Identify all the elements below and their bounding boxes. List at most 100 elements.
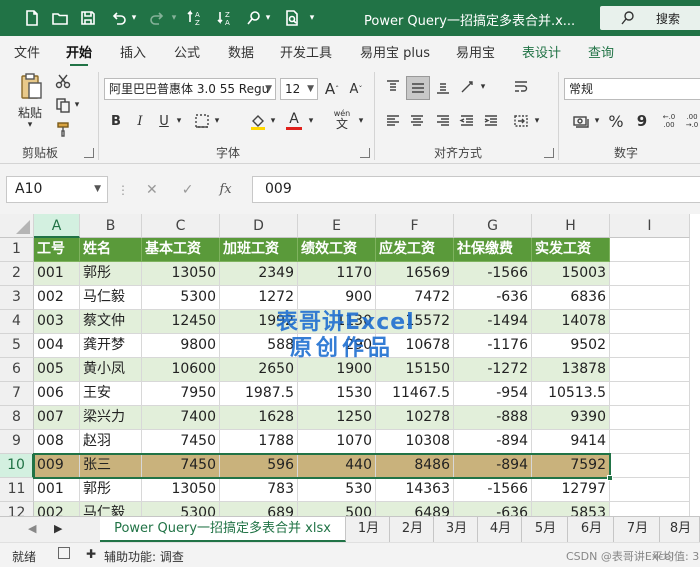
sheet-tab[interactable]: 7月	[616, 517, 660, 542]
name-box[interactable]: A10 ▼	[6, 176, 108, 203]
table-cell[interactable]: 15572	[376, 310, 454, 334]
phonetic-guide-icon[interactable]: wén 文	[330, 108, 354, 132]
table-cell[interactable]: 1628	[220, 406, 298, 430]
table-cell[interactable]	[610, 286, 690, 310]
scroll-tabs-right-icon[interactable]: ▶	[54, 522, 62, 535]
table-cell[interactable]: 1272	[220, 286, 298, 310]
copy-icon[interactable]	[54, 96, 72, 114]
print-preview-icon[interactable]	[280, 6, 304, 30]
table-cell[interactable]: 006	[34, 382, 80, 406]
table-cell[interactable]: 张三	[80, 454, 142, 478]
table-cell[interactable]: 赵羽	[80, 430, 142, 454]
undo-icon[interactable]	[106, 6, 130, 30]
column-header-a[interactable]: A	[34, 214, 80, 238]
format-painter-icon[interactable]	[54, 120, 72, 138]
customize-toolbar-icon[interactable]: ▾	[306, 6, 318, 30]
table-cell[interactable]: 1130	[298, 310, 376, 334]
find-dropdown-icon[interactable]: ▾	[262, 6, 274, 30]
sheet-tab[interactable]: 5月	[524, 517, 568, 542]
column-header-f[interactable]: F	[376, 214, 454, 238]
table-cell[interactable]: 6489	[376, 502, 454, 516]
increase-decimal-icon[interactable]: ←.0.00	[658, 110, 680, 132]
tab-formulas[interactable]: 公式	[174, 42, 200, 61]
search-box[interactable]: 搜索	[600, 6, 700, 30]
increase-font-icon[interactable]: Aˆ	[322, 78, 342, 100]
table-cell[interactable]: 7450	[142, 430, 220, 454]
italic-button[interactable]: I	[132, 110, 148, 132]
table-cell[interactable]	[610, 382, 690, 406]
column-header-h[interactable]: H	[532, 214, 610, 238]
table-cell[interactable]: 5853	[532, 502, 610, 516]
table-cell[interactable]: 10678	[376, 334, 454, 358]
table-cell[interactable]: 7400	[142, 406, 220, 430]
table-cell[interactable]: 9414	[532, 430, 610, 454]
table-cell[interactable]: 900	[298, 286, 376, 310]
table-cell[interactable]: 10278	[376, 406, 454, 430]
table-cell[interactable]: 530	[298, 478, 376, 502]
table-cell[interactable]	[610, 262, 690, 286]
column-header-c[interactable]: C	[142, 214, 220, 238]
table-cell[interactable]: 马仁毅	[80, 502, 142, 516]
table-header-cell[interactable]: 基本工资	[142, 238, 220, 262]
table-cell[interactable]: -1494	[454, 310, 532, 334]
table-header-cell[interactable]: 姓名	[80, 238, 142, 262]
bold-button[interactable]: B	[108, 110, 124, 132]
row-header-8[interactable]: 8	[0, 406, 34, 430]
table-cell[interactable]: -1176	[454, 334, 532, 358]
table-header-cell[interactable]: 加班工资	[220, 238, 298, 262]
decrease-font-icon[interactable]: Aˇ	[346, 78, 366, 100]
accessibility-icon[interactable]: ✚	[86, 547, 96, 561]
table-cell[interactable]: -888	[454, 406, 532, 430]
font-name-select[interactable]: 阿里巴巴普惠体 3.0 55 Regu ▼	[104, 78, 276, 100]
table-cell[interactable]: 13050	[142, 478, 220, 502]
table-header-cell[interactable]	[610, 238, 690, 262]
column-header-d[interactable]: D	[220, 214, 298, 238]
align-top-icon[interactable]	[382, 76, 404, 98]
table-cell[interactable]	[610, 430, 690, 454]
sort-az-icon[interactable]: AZ	[184, 6, 208, 30]
table-cell[interactable]: 8486	[376, 454, 454, 478]
column-header-b[interactable]: B	[80, 214, 142, 238]
row-header-2[interactable]: 2	[0, 262, 34, 286]
table-cell[interactable]: 梁兴力	[80, 406, 142, 430]
sheet-tab[interactable]: 4月	[480, 517, 522, 542]
table-cell[interactable]	[610, 310, 690, 334]
row-header-7[interactable]: 7	[0, 382, 34, 406]
table-header-cell[interactable]: 应发工资	[376, 238, 454, 262]
table-cell[interactable]: 王安	[80, 382, 142, 406]
table-cell[interactable]: 004	[34, 334, 80, 358]
font-color-dropdown-icon[interactable]: ▾	[306, 114, 316, 128]
row-header-3[interactable]: 3	[0, 286, 34, 310]
number-format-select[interactable]: 常规	[564, 78, 700, 100]
table-cell[interactable]: 11467.5	[376, 382, 454, 406]
table-cell[interactable]: 14078	[532, 310, 610, 334]
align-left-icon[interactable]	[382, 110, 404, 132]
font-size-select[interactable]: 12 ▼	[280, 78, 318, 100]
insert-function-button[interactable]: fx	[219, 182, 231, 197]
table-cell[interactable]: 9390	[532, 406, 610, 430]
table-cell[interactable]: -1566	[454, 478, 532, 502]
decrease-indent-icon[interactable]	[456, 110, 478, 132]
sheet-tab[interactable]: 2月	[392, 517, 434, 542]
table-cell[interactable]: 002	[34, 502, 80, 516]
cancel-entry-icon[interactable]: ✕	[146, 182, 158, 198]
table-cell[interactable]: -954	[454, 382, 532, 406]
table-header-cell[interactable]: 工号	[34, 238, 80, 262]
table-cell[interactable]: -1272	[454, 358, 532, 382]
table-cell[interactable]: 007	[34, 406, 80, 430]
table-cell[interactable]: 008	[34, 430, 80, 454]
underline-dropdown-icon[interactable]: ▾	[174, 114, 184, 128]
row-header-6[interactable]: 6	[0, 358, 34, 382]
table-cell[interactable]: 003	[34, 310, 80, 334]
table-cell[interactable]: -636	[454, 502, 532, 516]
table-cell[interactable]: 15150	[376, 358, 454, 382]
drag-handle-icon[interactable]: ⋮	[117, 184, 129, 196]
sort-za-icon[interactable]: ZA	[214, 6, 238, 30]
scroll-tabs-left-icon[interactable]: ◀	[28, 522, 36, 535]
orientation-dropdown-icon[interactable]: ▾	[478, 80, 488, 94]
tab-data[interactable]: 数据	[228, 42, 254, 61]
new-file-icon[interactable]	[20, 6, 44, 30]
table-cell[interactable]	[610, 478, 690, 502]
table-cell[interactable]: 500	[298, 502, 376, 516]
decrease-decimal-icon[interactable]: .00 →.0	[684, 110, 700, 132]
